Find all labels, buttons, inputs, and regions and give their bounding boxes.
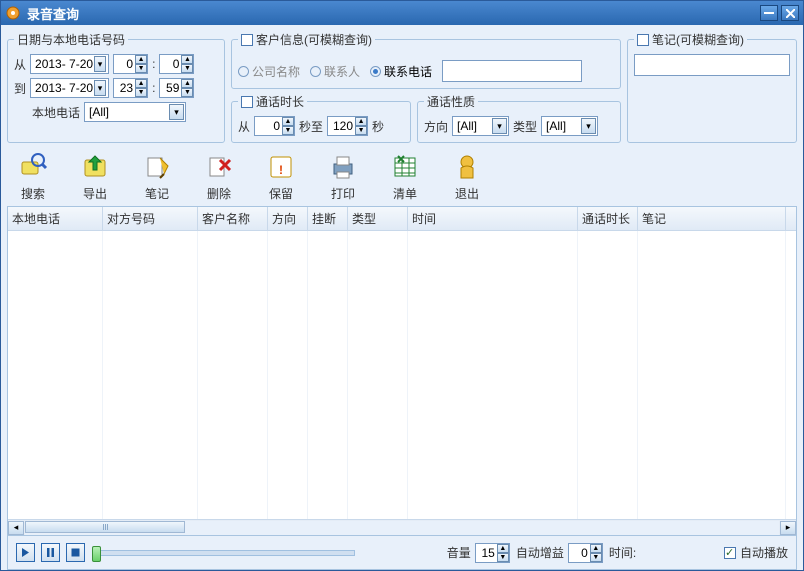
svg-text:!: ! [279, 163, 283, 177]
autogain-label: 自动增益 [516, 544, 564, 561]
print-icon [327, 151, 359, 183]
chevron-down-icon[interactable]: ▾ [581, 118, 596, 134]
grid-body [8, 231, 796, 519]
pause-button[interactable] [41, 543, 60, 562]
position-slider[interactable] [95, 550, 355, 556]
delete-button[interactable]: 删除 [197, 151, 241, 202]
note-group-legend: 笔记(可模糊查询) [652, 31, 744, 48]
export-icon [79, 151, 111, 183]
from-min-spinner[interactable]: 0▲▼ [159, 54, 194, 74]
date-from-input[interactable]: 2013- 7-20▾ [30, 54, 109, 74]
dur-to-spinner[interactable]: 120▲▼ [327, 116, 368, 136]
print-button[interactable]: 打印 [321, 151, 365, 202]
time-label: 时间: [609, 544, 636, 561]
column-header[interactable]: 方向 [268, 207, 308, 230]
type-combo[interactable]: [All]▾ [541, 116, 598, 136]
local-phone-combo[interactable]: [All]▾ [84, 102, 186, 122]
exit-button[interactable]: 退出 [445, 151, 489, 202]
stop-button[interactable] [66, 543, 85, 562]
radio-contact[interactable]: 联系人 [310, 63, 360, 80]
duration-filter-checkbox[interactable] [241, 96, 253, 108]
scroll-left-button[interactable]: ◂ [8, 521, 24, 535]
radio-phone[interactable]: 联系电话 [370, 63, 432, 80]
search-button[interactable]: 搜索 [11, 151, 55, 202]
customer-group: 客户信息(可模糊查询) 公司名称 联系人 联系电话 [231, 31, 621, 89]
autoplay-label: 自动播放 [740, 544, 788, 561]
column-header[interactable]: 本地电话 [8, 207, 103, 230]
note-filter-checkbox[interactable] [637, 34, 649, 46]
keep-button[interactable]: !保留 [259, 151, 303, 202]
toolbar: 搜索 导出 笔记 删除 !保留 打印 清单 退出 [7, 143, 797, 206]
delete-icon [203, 151, 235, 183]
note-button[interactable]: 笔记 [135, 151, 179, 202]
to-hour-spinner[interactable]: 23▲▼ [113, 78, 148, 98]
play-button[interactable] [16, 543, 35, 562]
chevron-down-icon[interactable]: ▾ [94, 80, 106, 96]
window-title: 录音查询 [27, 4, 757, 23]
note-icon [141, 151, 173, 183]
titlebar: 录音查询 [1, 1, 803, 25]
results-grid: 本地电话对方号码客户名称方向挂断类型时间通话时长笔记 ◂ ▸ [7, 206, 797, 536]
column-header[interactable]: 对方号码 [103, 207, 198, 230]
chevron-down-icon[interactable]: ▾ [169, 104, 184, 120]
chevron-down-icon[interactable]: ▾ [492, 118, 507, 134]
slider-thumb[interactable] [92, 546, 101, 562]
from-label: 从 [14, 56, 26, 73]
local-phone-label: 本地电话 [32, 104, 80, 121]
volume-label: 音量 [447, 544, 471, 561]
duration-group-legend: 通话时长 [256, 93, 304, 110]
player-bar: 音量 15▲▼ 自动增益 0▲▼ 时间: 自动播放 [7, 536, 797, 570]
nature-group-legend: 通话性质 [424, 93, 478, 110]
search-icon [17, 151, 49, 183]
date-phone-group: 日期与本地电话号码 从 2013- 7-20▾ 0▲▼ : 0▲▼ 到 2013… [7, 31, 225, 143]
column-header[interactable]: 客户名称 [198, 207, 268, 230]
filter-panels: 日期与本地电话号码 从 2013- 7-20▾ 0▲▼ : 0▲▼ 到 2013… [7, 31, 797, 143]
nature-group: 通话性质 方向 [All]▾ 类型 [All]▾ [417, 93, 621, 143]
scroll-thumb[interactable] [25, 521, 185, 533]
column-header[interactable]: 时间 [408, 207, 578, 230]
column-header[interactable]: 挂断 [308, 207, 348, 230]
list-icon [389, 151, 421, 183]
dur-from-spinner[interactable]: 0▲▼ [254, 116, 295, 136]
direction-combo[interactable]: [All]▾ [452, 116, 509, 136]
list-button[interactable]: 清单 [383, 151, 427, 202]
duration-group: 通话时长 从 0▲▼ 秒至 120▲▼ 秒 [231, 93, 411, 143]
date-phone-legend: 日期与本地电话号码 [14, 31, 128, 48]
radio-company[interactable]: 公司名称 [238, 63, 300, 80]
column-header[interactable]: 通话时长 [578, 207, 638, 230]
volume-spinner[interactable]: 15▲▼ [475, 543, 510, 563]
customer-input[interactable] [442, 60, 582, 82]
to-label: 到 [14, 80, 26, 97]
close-button[interactable] [781, 5, 799, 21]
customer-filter-checkbox[interactable] [241, 34, 253, 46]
minimize-button[interactable] [760, 5, 778, 21]
export-button[interactable]: 导出 [73, 151, 117, 202]
from-hour-spinner[interactable]: 0▲▼ [113, 54, 148, 74]
client-area: 日期与本地电话号码 从 2013- 7-20▾ 0▲▼ : 0▲▼ 到 2013… [1, 25, 803, 570]
scroll-right-button[interactable]: ▸ [780, 521, 796, 535]
column-header[interactable]: 笔记 [638, 207, 786, 230]
to-min-spinner[interactable]: 59▲▼ [159, 78, 194, 98]
autogain-spinner[interactable]: 0▲▼ [568, 543, 603, 563]
customer-group-legend: 客户信息(可模糊查询) [256, 31, 372, 48]
horizontal-scrollbar[interactable]: ◂ ▸ [8, 519, 796, 535]
keep-icon: ! [265, 151, 297, 183]
note-group: 笔记(可模糊查询) [627, 31, 797, 143]
note-input[interactable] [634, 54, 790, 76]
chevron-down-icon[interactable]: ▾ [94, 56, 106, 72]
app-icon [5, 5, 21, 21]
autoplay-checkbox[interactable] [724, 547, 736, 559]
app-window: 录音查询 日期与本地电话号码 从 2013- 7-20▾ 0▲▼ : 0▲▼ 到… [0, 0, 804, 571]
date-to-input[interactable]: 2013- 7-20▾ [30, 78, 109, 98]
exit-icon [451, 151, 483, 183]
column-header[interactable]: 类型 [348, 207, 408, 230]
grid-header: 本地电话对方号码客户名称方向挂断类型时间通话时长笔记 [8, 207, 796, 231]
